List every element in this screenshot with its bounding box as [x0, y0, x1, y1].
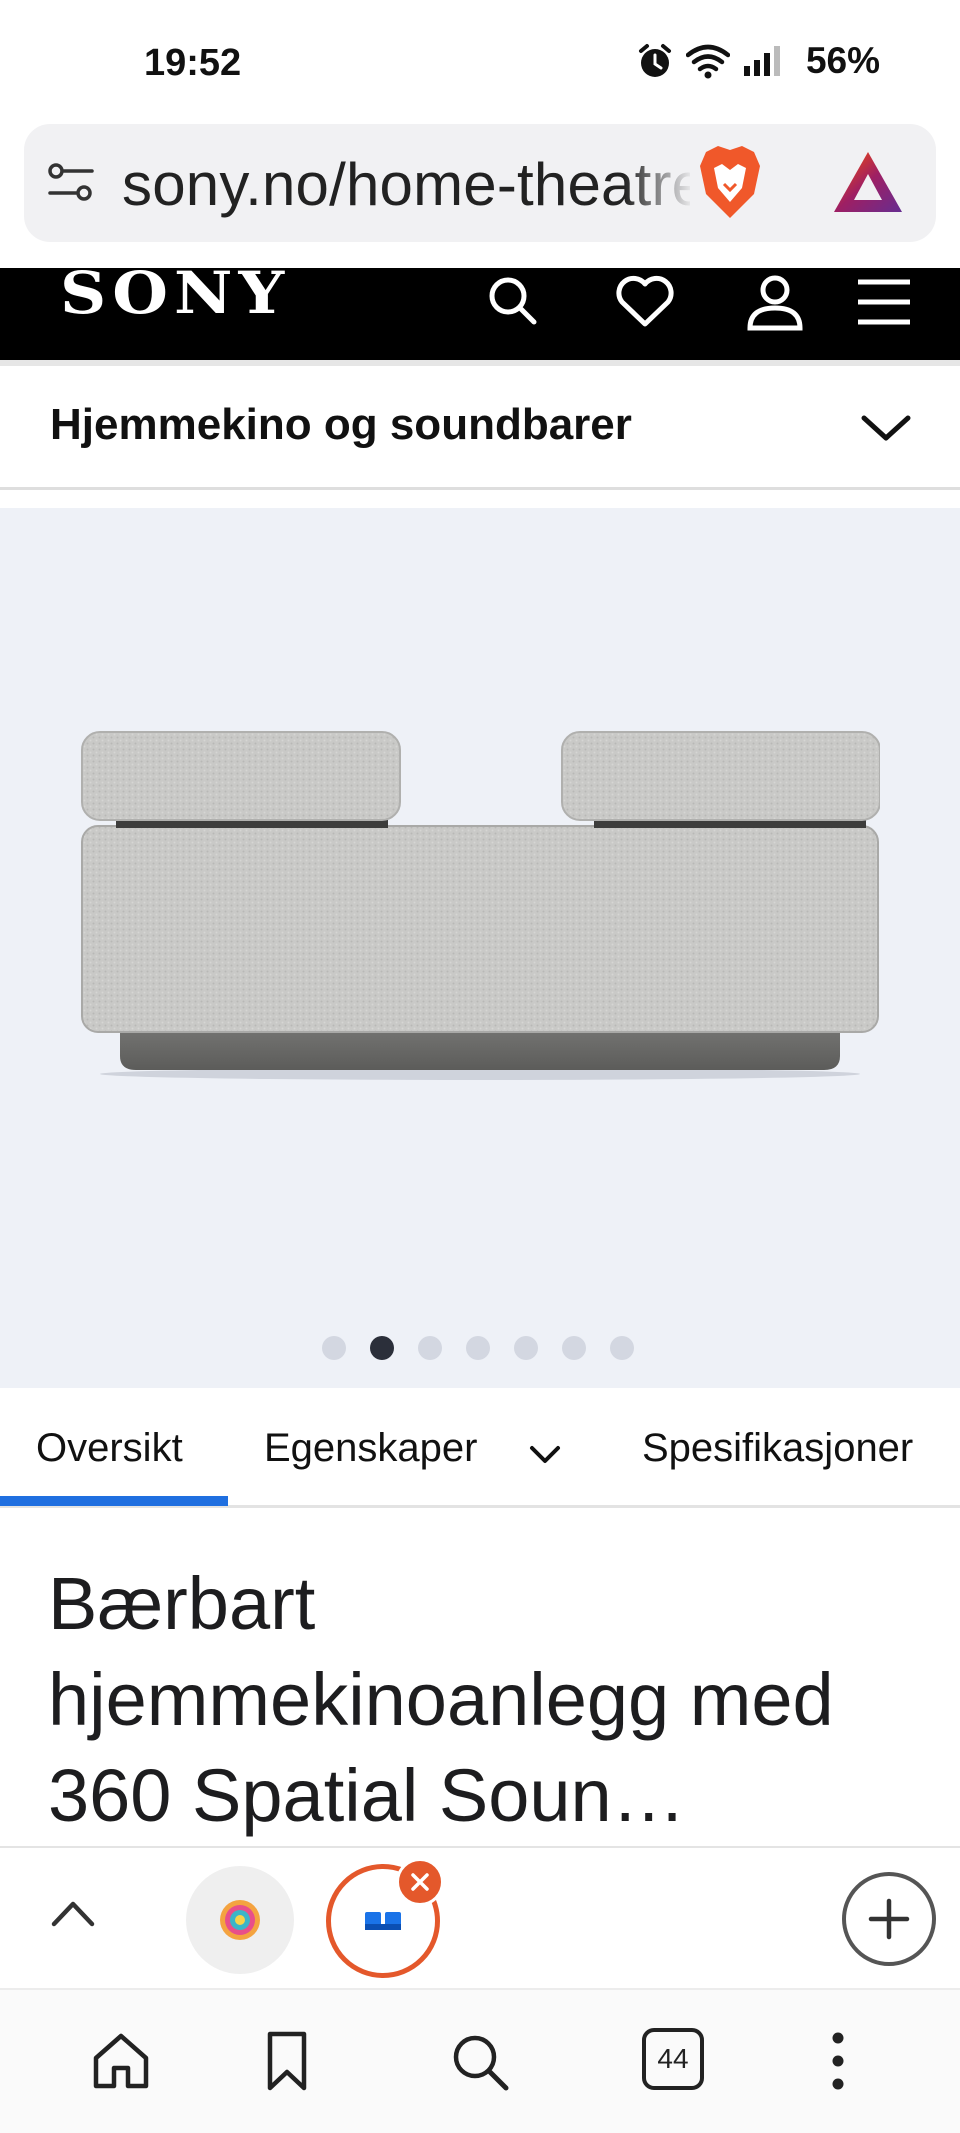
alarm-icon — [636, 42, 674, 80]
search-icon[interactable] — [484, 274, 540, 335]
category-label: Hjemmekino og soundbarer — [50, 400, 632, 449]
gallery-dot[interactable] — [322, 1336, 346, 1360]
gallery-dot[interactable] — [610, 1336, 634, 1360]
battery-text: 56% — [805, 40, 880, 81]
tab-oversikt[interactable]: Oversikt — [36, 1426, 183, 1471]
sony-logo[interactable]: SONY — [60, 260, 290, 328]
product-title: Bærbart hjemmekinoanlegg med 360 Spatial… — [48, 1562, 834, 1837]
sony-header: SONY — [0, 260, 960, 360]
url-text[interactable]: sony.no/home-theatre — [122, 150, 690, 219]
status-bar: 19:52 56% — [0, 0, 960, 120]
signal-icon — [742, 44, 786, 78]
home-icon[interactable] — [90, 2030, 152, 2097]
status-time: 19:52 — [144, 42, 242, 84]
gallery-pagination[interactable] — [322, 1336, 634, 1360]
gallery-dot[interactable] — [562, 1336, 586, 1360]
gallery-dot[interactable] — [466, 1336, 490, 1360]
active-tab-indicator — [0, 1496, 228, 1506]
browser-tab-favicon[interactable] — [186, 1866, 294, 1974]
bat-rewards-icon[interactable] — [832, 150, 904, 219]
product-gallery[interactable] — [0, 508, 960, 1388]
wifi-icon — [685, 43, 730, 79]
gallery-dot[interactable] — [418, 1336, 442, 1360]
new-tab-button[interactable] — [842, 1872, 936, 1966]
close-tab-icon[interactable] — [396, 1858, 444, 1906]
menu-icon[interactable] — [854, 274, 914, 335]
address-bar[interactable]: sony.no/home-theatre — [24, 124, 936, 242]
heart-icon[interactable] — [614, 274, 676, 335]
search-icon[interactable] — [448, 2030, 512, 2099]
browser-bottom-nav: 44 — [0, 1988, 960, 2133]
more-options-icon[interactable] — [826, 2030, 850, 2097]
account-icon[interactable] — [744, 274, 806, 337]
tune-icon[interactable] — [46, 159, 96, 212]
gallery-dot-active[interactable] — [370, 1336, 394, 1360]
browser-tab-strip — [0, 1846, 960, 1988]
product-image — [80, 718, 881, 1093]
tab-count-button[interactable]: 44 — [642, 2028, 704, 2090]
status-icons: 56% — [636, 40, 880, 82]
chevron-down-icon[interactable] — [528, 1444, 562, 1471]
chevron-down-icon — [858, 410, 914, 451]
url-fade — [624, 140, 694, 226]
tab-spesifikasjoner[interactable]: Spesifikasjoner — [642, 1426, 913, 1471]
gallery-dot[interactable] — [514, 1336, 538, 1360]
chevron-up-icon[interactable] — [48, 1894, 98, 1939]
section-tabs: Oversikt Egenskaper Spesifikasjoner — [0, 1390, 960, 1508]
brave-shield-icon[interactable] — [696, 144, 764, 225]
header-divider — [0, 360, 960, 366]
bookmark-icon[interactable] — [262, 2030, 312, 2097]
category-dropdown[interactable]: Hjemmekino og soundbarer — [0, 370, 960, 490]
tab-egenskaper[interactable]: Egenskaper — [264, 1426, 477, 1471]
